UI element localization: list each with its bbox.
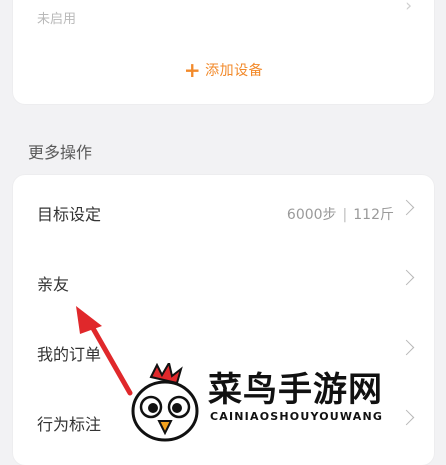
watermark-title: 菜鸟手游网	[208, 370, 383, 410]
watermark-logo-icon	[131, 363, 199, 442]
watermark-subtitle: CAINIAOSHOUYOUWANG	[210, 410, 384, 423]
